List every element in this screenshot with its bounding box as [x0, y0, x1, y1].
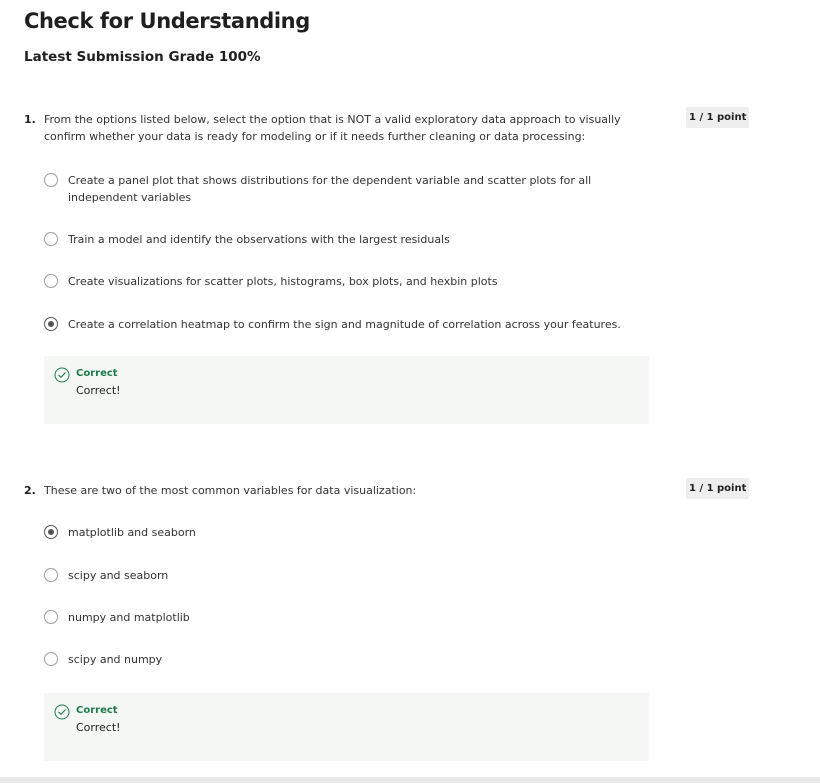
radio-button-selected[interactable] — [44, 525, 58, 539]
feedback-box: Correct Correct! — [44, 356, 649, 424]
answer-option[interactable]: Train a model and identify the observati… — [44, 232, 644, 249]
option-label[interactable]: Create a correlation heatmap to confirm … — [68, 316, 648, 333]
page-title: Check for Understanding — [24, 9, 310, 33]
check-circle-icon — [54, 704, 70, 720]
option-label[interactable]: scipy and seaborn — [68, 567, 648, 584]
answer-option[interactable]: Create a panel plot that shows distribut… — [44, 173, 644, 207]
question-1: 1. From the options listed below, select… — [0, 107, 820, 433]
option-label[interactable]: numpy and matplotlib — [68, 609, 648, 626]
option-label[interactable]: scipy and numpy — [68, 651, 648, 668]
radio-button[interactable] — [44, 173, 58, 187]
answer-option[interactable]: scipy and seaborn — [44, 568, 644, 585]
bottom-divider — [0, 777, 820, 783]
question-prompt: These are two of the most common variabl… — [44, 484, 417, 497]
answer-option[interactable]: Create visualizations for scatter plots,… — [44, 274, 644, 291]
question-2: 2. These are two of the most common vari… — [0, 478, 820, 764]
answer-option[interactable]: scipy and numpy — [44, 652, 644, 669]
question-number: 2. — [24, 484, 36, 497]
option-label[interactable]: Create a panel plot that shows distribut… — [68, 172, 648, 206]
feedback-status: Correct — [76, 368, 118, 379]
radio-button[interactable] — [44, 232, 58, 246]
answer-option[interactable]: numpy and matplotlib — [44, 610, 644, 627]
radio-button[interactable] — [44, 610, 58, 624]
question-number: 1. — [24, 113, 36, 126]
radio-button-selected[interactable] — [44, 317, 58, 331]
radio-button[interactable] — [44, 568, 58, 582]
feedback-box: Correct Correct! — [44, 693, 649, 761]
radio-button[interactable] — [44, 652, 58, 666]
check-circle-icon — [54, 367, 70, 383]
answer-option[interactable]: matplotlib and seaborn — [44, 525, 644, 542]
radio-button[interactable] — [44, 274, 58, 288]
answer-option[interactable]: Create a correlation heatmap to confirm … — [44, 317, 644, 334]
option-label[interactable]: Create visualizations for scatter plots,… — [68, 273, 648, 290]
question-prompt: From the options listed below, select th… — [44, 113, 621, 143]
points-badge: 1 / 1 point — [686, 107, 750, 128]
option-label[interactable]: Train a model and identify the observati… — [68, 231, 648, 248]
option-label[interactable]: matplotlib and seaborn — [68, 524, 648, 541]
feedback-text: Correct! — [76, 384, 121, 397]
points-badge: 1 / 1 point — [686, 478, 750, 499]
feedback-status: Correct — [76, 705, 118, 716]
latest-submission-grade: Latest Submission Grade 100% — [24, 49, 261, 65]
feedback-text: Correct! — [76, 721, 121, 734]
